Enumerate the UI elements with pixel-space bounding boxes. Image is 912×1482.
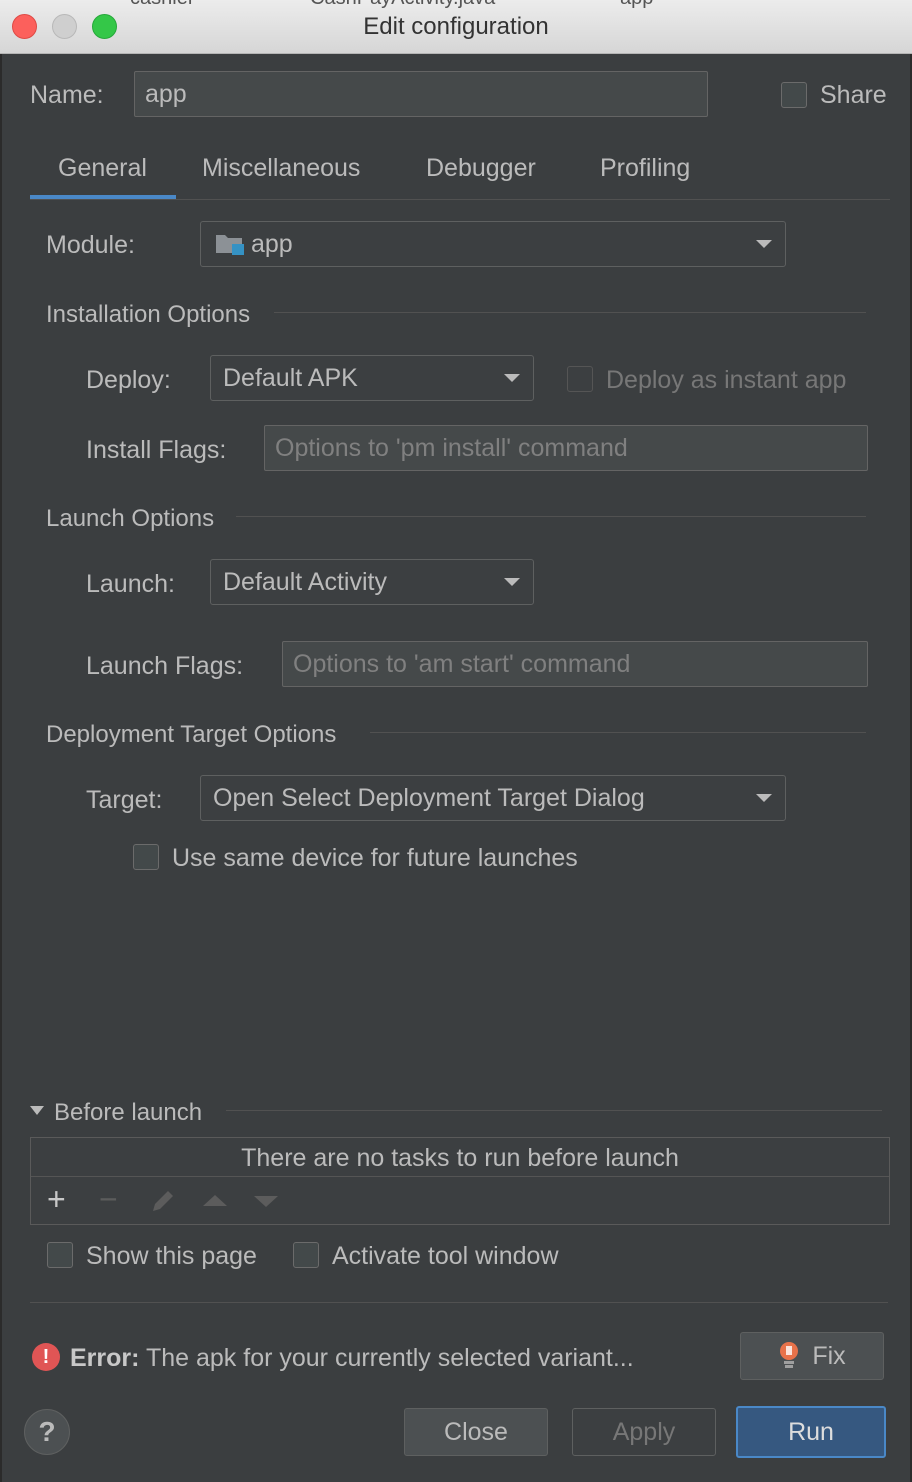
remove-icon[interactable]: − [99,1181,118,1218]
active-tab-indicator [30,195,176,199]
install-flags-label: Install Flags: [86,436,227,464]
section-divider [236,516,866,517]
name-label: Name: [30,81,104,109]
config-tabs: General Miscellaneous Debugger Profiling [30,148,890,200]
error-icon: ! [32,1343,60,1371]
footer-divider [30,1302,888,1303]
edit-icon[interactable] [149,1187,177,1222]
section-divider [370,732,866,733]
lightbulb-icon [778,1341,800,1371]
deploy-instant-app-label: Deploy as instant app [606,366,847,394]
chevron-down-icon [504,374,520,382]
deploy-value: Default APK [223,363,358,392]
deploy-instant-app-checkbox[interactable] [567,366,593,392]
error-prefix: Error: [70,1344,140,1372]
deployment-target-title: Deployment Target Options [46,721,337,748]
error-message: Error: The apk for your currently select… [70,1344,634,1373]
launch-flags-label: Launch Flags: [86,652,244,680]
title-bar: cashier CashPayActivity.java app Edit co… [0,0,912,54]
background-tab: CashPayActivity.java [310,0,495,8]
folder-module-icon [215,232,245,256]
activate-tool-window-checkbox[interactable] [293,1242,319,1268]
module-value: app [251,229,293,258]
install-flags-input[interactable]: Options to 'pm install' command [264,425,868,471]
target-value: Open Select Deployment Target Dialog [213,783,645,812]
tab-general[interactable]: General [58,154,147,183]
launch-label: Launch: [86,570,175,598]
launch-select[interactable]: Default Activity [210,559,534,605]
tab-miscellaneous[interactable]: Miscellaneous [202,154,360,183]
activate-tool-window-label: Activate tool window [332,1242,559,1270]
same-device-label: Use same device for future launches [172,844,578,872]
task-toolbar: + − [31,1176,889,1224]
fix-label: Fix [812,1341,846,1370]
share-label: Share [820,81,887,109]
target-label: Target: [86,786,163,814]
chevron-down-icon [504,578,520,586]
share-checkbox[interactable] [781,82,807,108]
before-launch-title[interactable]: Before launch [54,1099,202,1127]
chevron-down-icon [756,794,772,802]
run-button[interactable]: Run [736,1406,886,1458]
deploy-label: Deploy: [86,366,171,394]
deploy-select[interactable]: Default APK [210,355,534,401]
show-page-label: Show this page [86,1242,257,1270]
tab-debugger[interactable]: Debugger [426,154,536,183]
error-text: The apk for your currently selected vari… [145,1344,634,1372]
module-select[interactable]: app [200,221,786,267]
add-icon[interactable]: + [47,1181,66,1218]
empty-task-text: There are no tasks to run before launch [241,1144,679,1172]
section-divider [274,312,866,313]
apply-button[interactable]: Apply [572,1408,716,1456]
close-button[interactable]: Close [404,1408,548,1456]
name-input[interactable]: app [134,71,708,117]
same-device-checkbox[interactable] [133,844,159,870]
launch-options-title: Launch Options [46,505,215,532]
before-launch-task-list: There are no tasks to run before launch … [30,1137,890,1225]
section-divider [226,1110,882,1111]
tab-profiling[interactable]: Profiling [600,154,690,183]
launch-value: Default Activity [223,567,387,596]
background-tabs: cashier CashPayActivity.java app [110,0,730,8]
target-select[interactable]: Open Select Deployment Target Dialog [200,775,786,821]
move-up-icon[interactable] [203,1195,227,1206]
background-tab: app [620,0,653,8]
installation-options-title: Installation Options [46,301,251,328]
show-page-checkbox[interactable] [47,1242,73,1268]
background-tab: cashier [130,0,194,8]
window-title: Edit configuration [363,13,549,40]
move-down-icon[interactable] [254,1196,278,1207]
collapse-triangle-icon[interactable] [30,1106,44,1115]
help-button[interactable]: ? [24,1409,70,1455]
module-label: Module: [46,231,135,259]
chevron-down-icon [756,240,772,248]
launch-flags-input[interactable]: Options to 'am start' command [282,641,868,687]
fix-button[interactable]: Fix [740,1332,884,1380]
